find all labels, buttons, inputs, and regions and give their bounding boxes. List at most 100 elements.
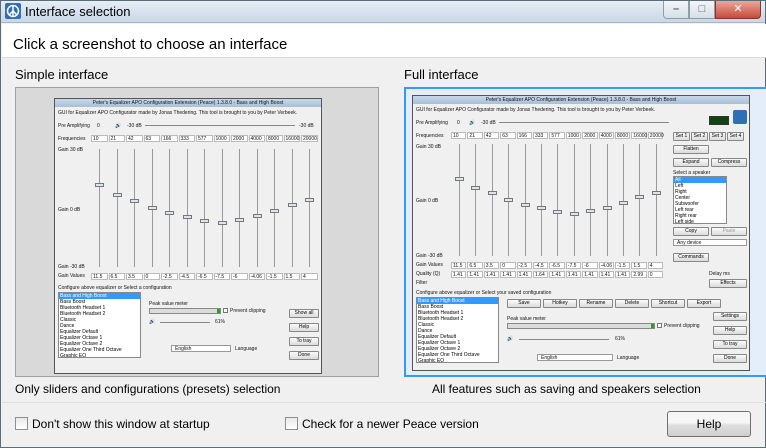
full-commands-button: Commands xyxy=(673,253,709,262)
slider-track xyxy=(116,149,118,267)
frequency-value: 20000 xyxy=(649,133,664,139)
startup-checkbox[interactable] xyxy=(15,417,28,430)
full-prevent-clipping: Prevent clipping xyxy=(664,323,700,329)
slider-thumb xyxy=(252,213,262,218)
full-interface-screenshot[interactable]: Peter's Equalizer APO Configuration Exte… xyxy=(404,87,766,377)
quality-value: 1.41 xyxy=(584,272,594,278)
preview-button: Hotkey xyxy=(543,299,577,308)
maximize-button[interactable]: □ xyxy=(689,1,715,19)
slider-track xyxy=(186,149,188,267)
update-checkbox[interactable] xyxy=(285,417,298,430)
frequency-field: 21 xyxy=(467,132,483,139)
slider-track xyxy=(573,144,575,256)
full-peace-logo-icon xyxy=(733,110,747,124)
full-gain-bottom: Gain -30 dB xyxy=(416,253,443,259)
full-effects-button: Effects xyxy=(709,279,747,288)
quality-value: 2.99 xyxy=(633,272,644,278)
frequency-value: 577 xyxy=(198,136,207,142)
slider-track xyxy=(204,149,205,267)
simple-preamp-right: -30 dB xyxy=(299,123,314,129)
frequency-field: 1000 xyxy=(213,135,230,142)
slider-track xyxy=(541,144,542,256)
frequency-field: 21 xyxy=(108,135,125,142)
simple-interface-screenshot[interactable]: Peter's Equalizer APO Configuration Exte… xyxy=(15,87,379,377)
quality-value: 1.64 xyxy=(535,272,545,278)
gain-field: 3.5 xyxy=(483,262,500,269)
preview-button: Save xyxy=(507,299,541,308)
full-gain-values-label: Gain Values xyxy=(416,262,443,268)
list-item: Graphic EQ xyxy=(60,353,87,358)
preview-button: Expand xyxy=(673,158,709,167)
slider-thumb xyxy=(200,218,209,223)
simple-frequencies-label: Frequencies xyxy=(58,136,86,142)
full-language-select: English xyxy=(537,354,613,361)
gain-field: -2.5 xyxy=(516,262,532,269)
gain-field: 6.5 xyxy=(467,262,483,269)
quality-field: 1.41 xyxy=(500,271,516,278)
slider-track xyxy=(256,149,258,267)
simple-gain-mid: Gain 0 dB xyxy=(58,207,81,213)
simple-config-label: Configure above equalizer or Select a co… xyxy=(58,285,172,291)
full-preview-info: GUI for Equalizer APO Configurator made … xyxy=(416,107,656,113)
slider-track xyxy=(590,144,592,256)
preview-button: Compress xyxy=(711,158,747,167)
gain-value: 6.5 xyxy=(110,274,118,280)
frequency-value: 4000 xyxy=(600,133,612,139)
frequency-field: 4000 xyxy=(598,132,614,139)
slider-thumb xyxy=(305,198,314,203)
preview-button: Flatten xyxy=(673,145,709,154)
gain-field: 6.5 xyxy=(108,273,125,280)
frequency-value: 2000 xyxy=(584,133,596,139)
frequency-value: 10 xyxy=(93,136,99,142)
gain-value: 11.5 xyxy=(93,274,103,280)
slider-thumb xyxy=(619,200,628,205)
full-interface-heading: Full interface xyxy=(404,67,479,82)
slider-track xyxy=(221,149,223,267)
frequency-value: 63 xyxy=(502,133,508,139)
gain-value: 4 xyxy=(649,263,653,269)
gain-field: -4.5 xyxy=(178,273,195,280)
frequency-value: 333 xyxy=(535,133,544,139)
frequency-value: 166 xyxy=(518,133,527,139)
frequency-field: 16000 xyxy=(631,132,647,139)
frequency-field: 63 xyxy=(500,132,516,139)
startup-checkbox-label[interactable]: Don't show this window at startup xyxy=(32,417,210,431)
simple-interface-heading: Simple interface xyxy=(15,67,109,82)
frequency-value: 577 xyxy=(551,133,560,139)
slider-thumb xyxy=(147,206,157,210)
update-checkbox-label[interactable]: Check for a newer Peace version xyxy=(302,417,479,431)
quality-field: 1.41 xyxy=(582,271,598,278)
quality-value: 1.41 xyxy=(617,272,627,278)
simple-config-list: Bass and High Boost Bass Boost Bluetooth H… xyxy=(58,292,141,358)
slider-track xyxy=(169,149,170,267)
slider-thumb xyxy=(287,203,297,208)
full-quality-label: Quality (Q) xyxy=(416,271,441,277)
list-item: Graphic EQ xyxy=(418,358,445,363)
quality-value: 1.41 xyxy=(485,272,496,278)
quality-value: 1.41 xyxy=(551,272,562,278)
slider-thumb xyxy=(270,208,279,213)
minimize-button[interactable]: – xyxy=(663,1,689,19)
frequency-value: 166 xyxy=(163,136,172,142)
title-bar[interactable]: Interface selection – □ ✕ xyxy=(1,1,765,23)
peace-logo-icon xyxy=(5,3,21,19)
gain-field: -7.5 xyxy=(565,262,582,269)
simple-volume-icon: 🔊 xyxy=(149,319,156,325)
gain-field: 11.5 xyxy=(451,262,467,269)
preview-button: Set 3 xyxy=(709,132,726,141)
preview-button: Set 2 xyxy=(691,132,708,141)
preview-button: Settings xyxy=(713,312,747,321)
frequency-value: 16000 xyxy=(285,136,300,142)
gain-value: 0 xyxy=(145,274,149,280)
slider-thumb xyxy=(520,202,530,207)
frequency-field: 333 xyxy=(178,135,195,142)
gain-value: -2.5 xyxy=(518,263,528,269)
close-button[interactable]: ✕ xyxy=(715,1,761,19)
frequency-field: 42 xyxy=(483,132,500,139)
preview-button: Delete xyxy=(615,299,649,308)
help-button[interactable]: Help xyxy=(667,411,751,437)
full-volume: 61% xyxy=(615,336,626,342)
quality-field: 1.41 xyxy=(483,271,500,278)
simple-peak-label: Peak value meter xyxy=(149,301,188,307)
frequency-field: 2000 xyxy=(231,135,248,142)
